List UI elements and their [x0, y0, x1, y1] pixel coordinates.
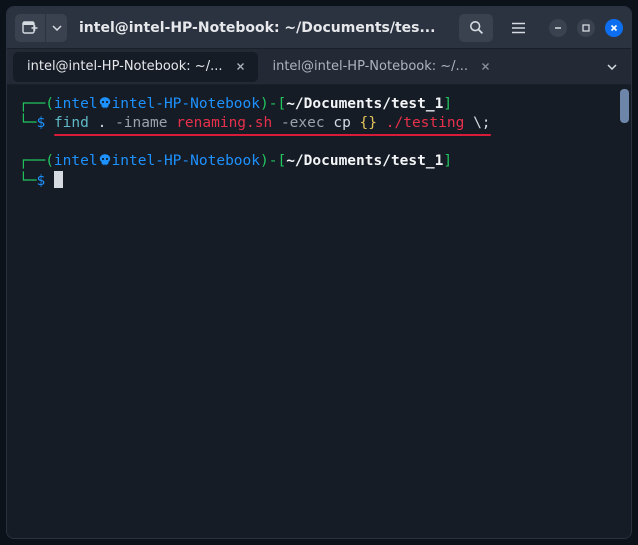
maximize-button[interactable]	[577, 19, 595, 37]
search-icon	[469, 20, 484, 35]
window-close-icon	[609, 23, 619, 33]
tab-2[interactable]: intel@intel-HP-Notebook: ~/...	[258, 52, 503, 82]
terminal-window: intel@intel-HP-Notebook: ~/Documents/tes…	[6, 6, 632, 539]
hamburger-icon	[511, 22, 526, 34]
close-icon	[481, 62, 490, 71]
terminal-viewport[interactable]: ┌──(intelintel-HP-Notebook)-[~/Documents…	[7, 85, 631, 538]
close-icon	[236, 62, 245, 71]
terminal-cursor	[54, 171, 63, 188]
minimize-button[interactable]	[549, 19, 567, 37]
close-button[interactable]	[605, 19, 623, 37]
tab-label: intel@intel-HP-Notebook: ~/...	[272, 59, 467, 74]
executed-command: find . -iname renaming.sh -exec cp {} ./…	[54, 114, 491, 133]
tab-close-button[interactable]	[478, 59, 494, 75]
search-button[interactable]	[459, 14, 493, 42]
maximize-icon	[581, 23, 591, 33]
tab-1[interactable]: intel@intel-HP-Notebook: ~/...	[13, 52, 258, 82]
minimize-icon	[553, 23, 563, 33]
window-controls	[549, 19, 623, 37]
kali-skull-icon	[98, 96, 112, 110]
chevron-down-icon	[607, 64, 617, 70]
new-tab-dropdown[interactable]	[45, 14, 67, 42]
new-tab-button[interactable]	[15, 14, 45, 42]
kali-skull-icon	[98, 153, 112, 167]
hamburger-menu-button[interactable]	[501, 14, 535, 42]
titlebar: intel@intel-HP-Notebook: ~/Documents/tes…	[7, 7, 631, 49]
new-tab-button-group	[15, 14, 67, 42]
command-underline	[54, 134, 491, 137]
tabs-overflow-button[interactable]	[599, 54, 625, 80]
tab-label: intel@intel-HP-Notebook: ~/...	[27, 59, 222, 74]
chevron-down-icon	[52, 25, 62, 31]
new-terminal-tab-icon	[22, 21, 38, 35]
tabbar: intel@intel-HP-Notebook: ~/... intel@int…	[7, 49, 631, 85]
window-title: intel@intel-HP-Notebook: ~/Documents/tes…	[75, 20, 451, 36]
tab-close-button[interactable]	[232, 59, 248, 75]
terminal-content: ┌──(intelintel-HP-Notebook)-[~/Documents…	[19, 95, 619, 191]
scrollbar-thumb[interactable]	[620, 89, 629, 123]
